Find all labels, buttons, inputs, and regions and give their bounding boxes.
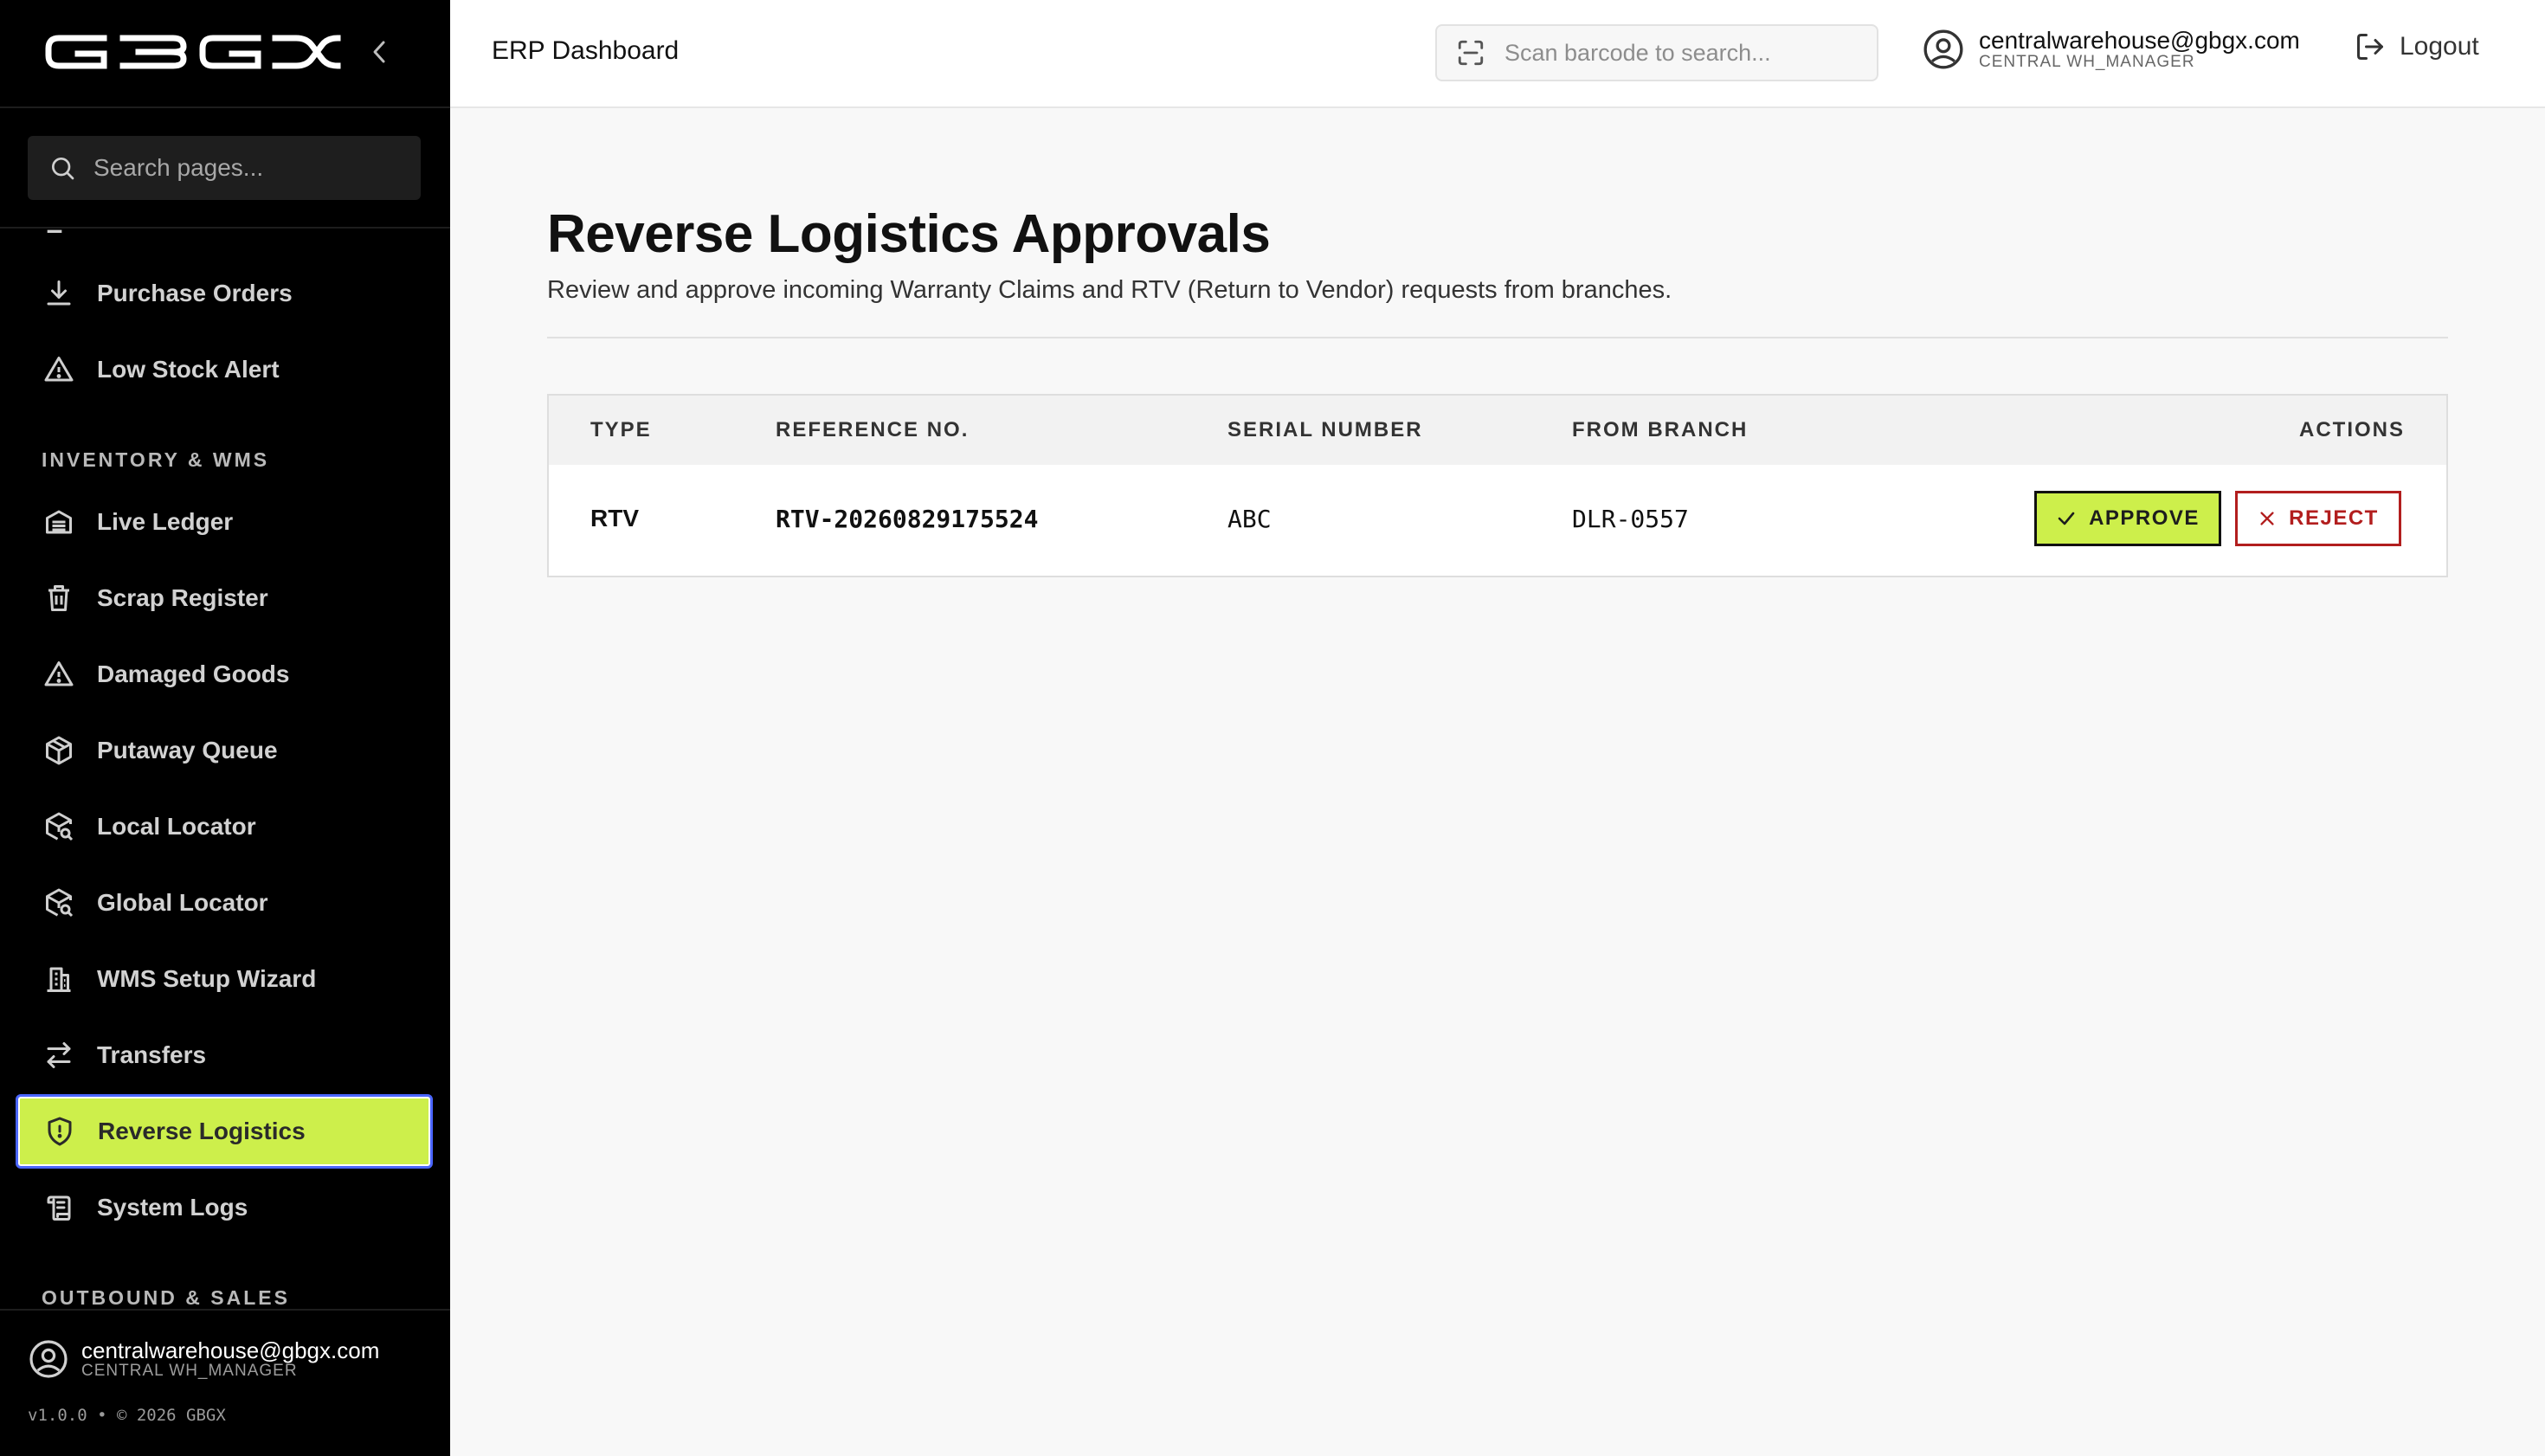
sidebar-user[interactable]: centralwarehouse@gbgx.com CENTRAL WH_MAN… — [28, 1338, 379, 1380]
sidebar-item-label: Low Stock Alert — [97, 356, 280, 383]
logout-icon — [2357, 34, 2383, 60]
top-bar: ERP Dashboard centralwarehouse@gbgx.com … — [450, 0, 2545, 108]
trash-icon — [42, 581, 76, 615]
sidebar-item-putaway-queue[interactable]: Putaway Queue — [17, 715, 431, 786]
sidebar-footer: centralwarehouse@gbgx.com CENTRAL WH_MAN… — [0, 1309, 450, 1456]
column-header-reference: REFERENCE NO. — [776, 418, 970, 441]
user-circle-icon — [1923, 29, 1963, 69]
shield-alert-icon — [42, 1114, 77, 1149]
sidebar-item-purchase-orders[interactable]: Purchase Orders — [17, 258, 431, 329]
cell-serial: ABC — [1227, 505, 1272, 533]
chevron-left-icon — [373, 41, 385, 63]
package-icon — [42, 733, 76, 768]
sidebar-nav: Purchase Orders Low Stock Alert INVENTOR… — [0, 229, 450, 1309]
app-version: v1.0.0 • © 2026 GBGX — [28, 1406, 226, 1425]
sidebar-item-wms-setup-wizard[interactable]: WMS Setup Wizard — [17, 944, 431, 1015]
sidebar-item-scrap-register[interactable]: Scrap Register — [17, 563, 431, 634]
top-user-info: centralwarehouse@gbgx.com CENTRAL WH_MAN… — [1979, 28, 2300, 71]
clipboard-icon — [47, 229, 62, 233]
sidebar-item-label: System Logs — [97, 1194, 248, 1221]
top-user-email: centralwarehouse@gbgx.com — [1979, 27, 2300, 54]
brand-logo — [45, 35, 341, 69]
barcode-search-input[interactable] — [1503, 38, 1866, 68]
section-label-outbound: OUTBOUND & SALES — [42, 1286, 290, 1309]
section-label-inventory: INVENTORY & WMS — [42, 448, 270, 471]
page-title: Reverse Logistics Approvals — [547, 204, 1271, 264]
column-header-actions: ACTIONS — [2299, 418, 2405, 441]
sidebar-item-global-locator[interactable]: Global Locator — [17, 867, 431, 938]
barcode-search[interactable] — [1435, 24, 1878, 81]
main-content: Reverse Logistics Approvals Review and a… — [450, 110, 2545, 1456]
top-user[interactable]: centralwarehouse@gbgx.com CENTRAL WH_MAN… — [1922, 28, 2300, 71]
sidebar-item-reverse-logistics[interactable]: Reverse Logistics — [16, 1094, 433, 1169]
sidebar-item-label: Putaway Queue — [97, 737, 278, 763]
sidebar-user-info: centralwarehouse@gbgx.com CENTRAL WH_MAN… — [81, 1338, 379, 1380]
sidebar-item-local-locator[interactable]: Local Locator — [17, 791, 431, 862]
column-header-type: TYPE — [590, 418, 652, 441]
table-row: RTV RTV-20260829175524 ABC DLR-0557 APPR… — [549, 465, 2446, 576]
cell-reference: RTV-20260829175524 — [776, 505, 1039, 533]
warehouse-icon — [42, 505, 76, 539]
user-circle-icon — [29, 1340, 68, 1378]
arrows-swap-icon — [42, 1038, 76, 1073]
close-icon — [2260, 512, 2274, 525]
cell-branch: DLR-0557 — [1572, 505, 1689, 533]
warning-icon — [42, 352, 76, 387]
reject-button[interactable]: REJECT — [2235, 491, 2401, 546]
sidebar-item-system-logs[interactable]: System Logs — [17, 1172, 431, 1243]
scan-icon — [1458, 40, 1484, 66]
approve-label: APPROVE — [2089, 506, 2200, 530]
check-icon — [2058, 512, 2075, 525]
sidebar-item-transfers[interactable]: Transfers — [17, 1020, 431, 1091]
sidebar-item-label: Local Locator — [97, 813, 256, 840]
sidebar-search-input[interactable] — [92, 153, 403, 183]
column-header-branch: FROM BRANCH — [1572, 418, 1749, 441]
reject-label: REJECT — [2289, 506, 2379, 530]
sidebar-item-live-ledger[interactable]: Live Ledger — [17, 486, 431, 557]
column-header-serial: SERIAL NUMBER — [1227, 418, 1423, 441]
sidebar-item-label: Global Locator — [97, 889, 268, 916]
approve-button[interactable]: APPROVE — [2034, 491, 2221, 546]
logout-button[interactable]: Logout — [2355, 31, 2479, 62]
page-subtitle: Review and approve incoming Warranty Cla… — [547, 276, 1672, 304]
cell-type: RTV — [590, 505, 639, 532]
sidebar-item-damaged-goods[interactable]: Damaged Goods — [17, 639, 431, 710]
package-search-icon — [42, 886, 76, 920]
sidebar-user-role: CENTRAL WH_MANAGER — [81, 1362, 298, 1380]
sidebar-item-label: Damaged Goods — [97, 660, 290, 687]
scroll-icon — [42, 1190, 76, 1225]
sidebar-header — [0, 0, 450, 108]
sidebar-search[interactable] — [28, 136, 421, 200]
sidebar-item-low-stock-alert[interactable]: Low Stock Alert — [17, 334, 431, 405]
header-divider — [547, 337, 2448, 338]
search-icon — [52, 158, 74, 180]
sidebar-user-email: centralwarehouse@gbgx.com — [81, 1337, 380, 1363]
app-title: ERP Dashboard — [492, 36, 680, 65]
table-header: TYPE REFERENCE NO. SERIAL NUMBER FROM BR… — [549, 396, 2446, 465]
logout-label: Logout — [2400, 32, 2479, 61]
collapse-sidebar-button[interactable] — [364, 35, 395, 69]
sidebar-item-label: Transfers — [97, 1041, 207, 1068]
download-icon — [42, 276, 76, 311]
sidebar-item-label: Scrap Register — [97, 584, 268, 611]
sidebar: Purchase Orders Low Stock Alert INVENTOR… — [0, 0, 450, 1456]
sidebar-item-label: WMS Setup Wizard — [97, 965, 317, 992]
warning-icon — [42, 657, 76, 692]
building-icon — [42, 962, 76, 996]
sidebar-item-label: Reverse Logistics — [98, 1118, 306, 1144]
sidebar-item-label: Live Ledger — [97, 508, 234, 535]
package-search-icon — [42, 809, 76, 844]
top-user-role: CENTRAL WH_MANAGER — [1979, 53, 2195, 71]
sidebar-item-label: Purchase Orders — [97, 280, 293, 306]
approvals-table: TYPE REFERENCE NO. SERIAL NUMBER FROM BR… — [547, 394, 2448, 577]
